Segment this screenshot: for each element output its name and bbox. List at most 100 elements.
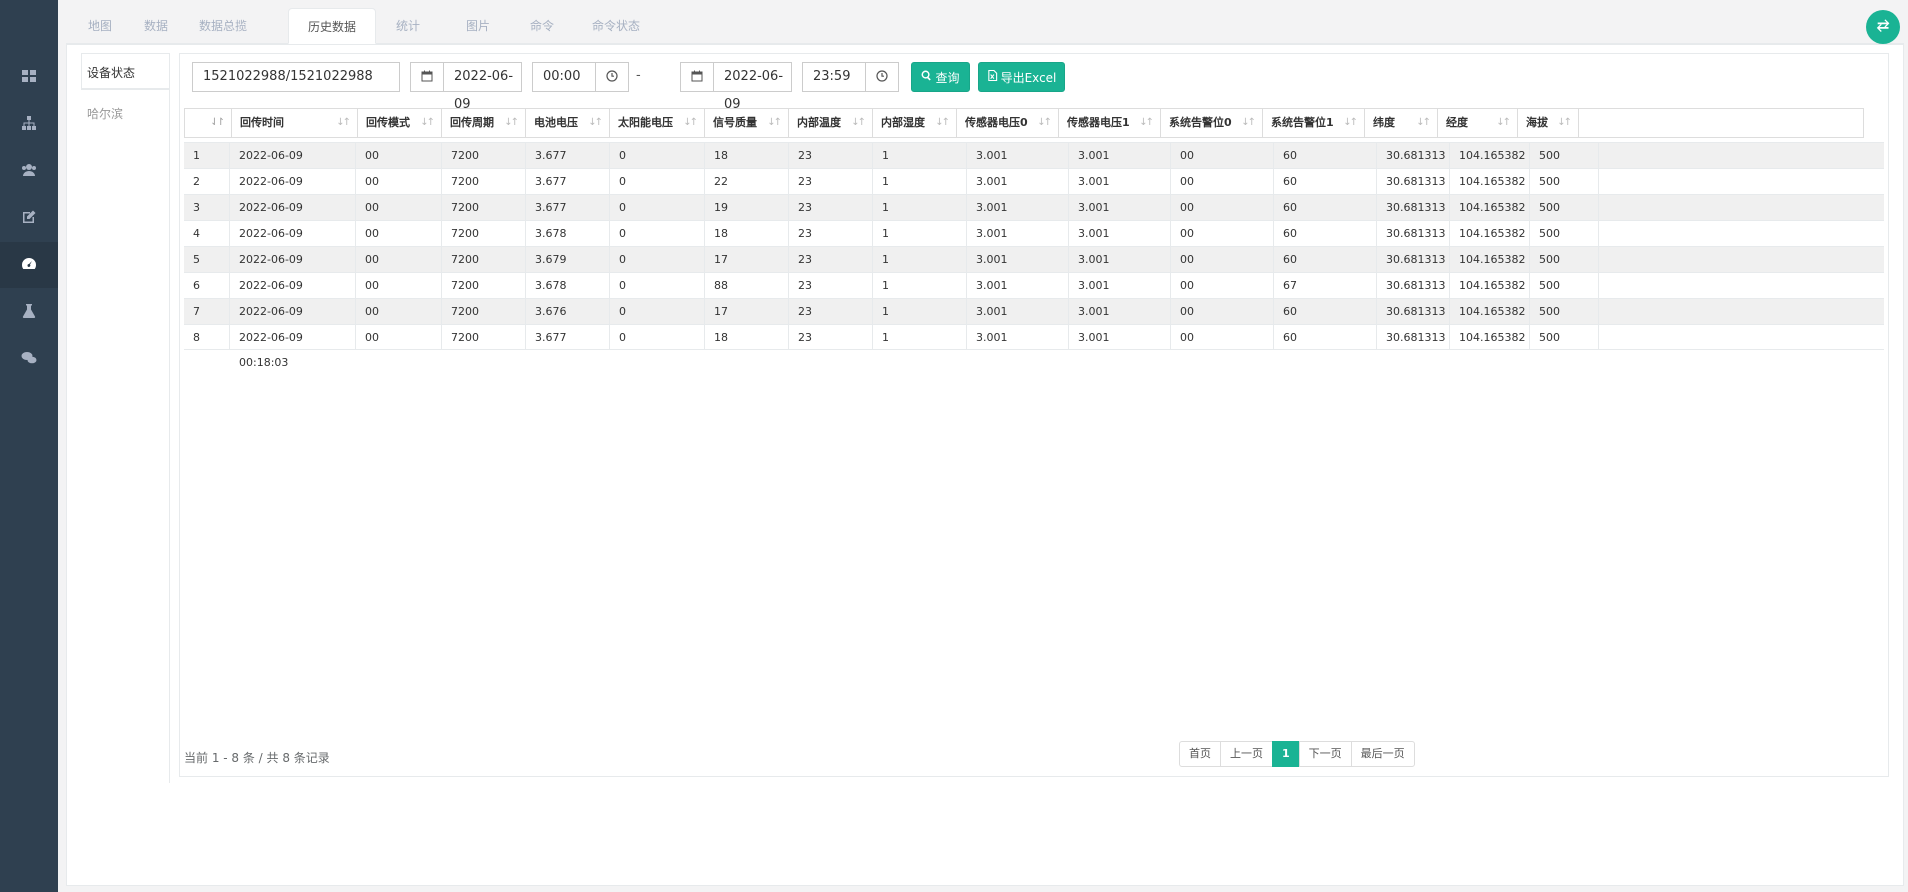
page-first-button[interactable]: 首页 — [1179, 741, 1221, 767]
column-header-altitude[interactable]: 海拔 ↓↑ — [1518, 109, 1579, 137]
sort-icon[interactable]: ↓↑ — [767, 109, 782, 137]
sort-icon[interactable]: ↓↑ — [1557, 109, 1572, 137]
column-header-latitude[interactable]: 纬度 ↓↑ — [1365, 109, 1438, 137]
end-date-calendar-button[interactable] — [680, 62, 714, 92]
end-date-input[interactable]: 2022-06-09 — [713, 62, 792, 112]
page-current-button[interactable]: 1 — [1272, 741, 1300, 767]
nav-dashboard[interactable] — [0, 54, 58, 100]
table-row[interactable]: 62022-06-09 04:49:410072003.6780882313.0… — [184, 272, 1884, 317]
query-label: 查询 — [935, 70, 960, 85]
cell-report-period: 7200 — [442, 169, 526, 194]
start-date-input[interactable]: 2022-06-09 — [443, 62, 522, 112]
column-header-battery-voltage[interactable]: 电池电压 ↓↑ — [526, 109, 610, 137]
column-header-report-mode[interactable]: 回传模式 ↓↑ — [358, 109, 442, 137]
switch-button[interactable] — [1866, 10, 1900, 44]
sort-icon[interactable]: ↓↑ — [1241, 109, 1256, 137]
sort-icon[interactable]: ↓↑ — [336, 109, 351, 137]
column-header-sensor-voltage-0[interactable]: 传感器电压0 ↓↑ — [957, 109, 1059, 137]
table-row[interactable]: 72022-06-09 02:18:490072003.6760172313.0… — [184, 298, 1884, 343]
sort-icon[interactable]: ↓↑ — [420, 109, 435, 137]
cell-longitude: 104.165382 — [1450, 169, 1530, 194]
column-header-signal-quality[interactable]: 信号质量 ↓↑ — [705, 109, 789, 137]
tab-images[interactable]: 图片 — [452, 8, 504, 44]
pagination: 首页 上一页 1 下一页 最后一页 — [1179, 741, 1415, 767]
tab-history[interactable]: 历史数据 — [288, 8, 376, 44]
page-next-button[interactable]: 下一页 — [1298, 741, 1352, 767]
cell-report-mode: 00 — [356, 221, 442, 246]
column-header-sensor-voltage-1[interactable]: 传感器电压1 ↓↑ — [1059, 109, 1161, 137]
column-header-system-alarm-1[interactable]: 系统告警位1 ↓↑ — [1263, 109, 1365, 137]
sort-icon[interactable]: ↓↑ — [851, 109, 866, 137]
sort-icon[interactable]: ↓↑ — [588, 109, 603, 137]
nav-users[interactable] — [0, 148, 58, 194]
column-header-system-alarm-0[interactable]: 系统告警位0 ↓↑ — [1161, 109, 1263, 137]
tab-overview[interactable]: 数据总揽 — [186, 8, 260, 44]
cell-latitude: 30.681313 — [1377, 143, 1450, 168]
page-last-button[interactable]: 最后一页 — [1350, 741, 1415, 767]
sort-icon[interactable]: ↓↑ — [1343, 109, 1358, 137]
cell-sensor-voltage-0: 3.001 — [967, 247, 1069, 272]
cell-index: 5 — [184, 247, 230, 272]
nav-flask[interactable] — [0, 289, 58, 335]
tab-command-status[interactable]: 命令状态 — [578, 8, 654, 44]
cell-internal-temp: 23 — [789, 247, 873, 272]
cell-sensor-voltage-1: 3.001 — [1069, 143, 1171, 168]
cell-report-mode: 00 — [356, 247, 442, 272]
table-row[interactable]: 8 2022-06-09 00:18:03 00 7200 3.677 0 18 23 1 3.0… — [184, 324, 1884, 369]
cell-report-mode: 00 — [356, 169, 442, 194]
cell-index: 4 — [184, 221, 230, 246]
sort-icon[interactable]: ↓↑ — [1139, 109, 1154, 137]
sort-icon[interactable]: ↓↑ — [1416, 109, 1431, 137]
tree-node-harbin[interactable]: 哈尔滨 — [87, 105, 123, 122]
device-input[interactable]: 1521022988/1521022988 — [192, 62, 400, 92]
export-excel-button[interactable]: 导出Excel — [978, 62, 1065, 92]
page-prev-button[interactable]: 上一页 — [1220, 741, 1273, 767]
nav-sitemap[interactable] — [0, 101, 58, 147]
start-date-calendar-button[interactable] — [410, 62, 444, 92]
column-header-internal-temp[interactable]: 内部温度 ↓↑ — [789, 109, 873, 137]
sort-icon[interactable]: ↓↑ — [1037, 109, 1052, 137]
cell-report-period: 7200 — [442, 195, 526, 220]
cell-system-alarm-1: 60 — [1274, 325, 1377, 350]
nav-edit[interactable] — [0, 195, 58, 241]
column-header-report-period[interactable]: 回传周期 ↓↑ — [442, 109, 526, 137]
tab-map[interactable]: 地图 — [74, 8, 126, 44]
start-time-clock-button[interactable] — [595, 62, 629, 92]
sort-icon[interactable]: ↓↑ — [683, 109, 698, 137]
cell-sensor-voltage-1: 3.001 — [1069, 169, 1171, 194]
sort-icon[interactable]: ↓↑ — [935, 109, 950, 137]
cell-internal-humidity: 1 — [873, 247, 967, 272]
cell-sensor-voltage-1: 3.001 — [1069, 325, 1171, 350]
cell-sensor-voltage-0: 3.001 — [967, 169, 1069, 194]
nav-chat[interactable] — [0, 336, 58, 382]
tab-commands[interactable]: 命令 — [516, 8, 568, 44]
table-row[interactable]: 22022-06-09 12:52:500072003.6770222313.0… — [184, 168, 1884, 213]
cell-system-alarm-1: 60 — [1274, 299, 1377, 324]
query-button[interactable]: 查询 — [911, 62, 970, 92]
cell-index: 6 — [184, 273, 230, 298]
tab-statistics[interactable]: 统计 — [382, 8, 434, 44]
table-row[interactable]: 52022-06-09 06:50:310072003.6790172313.0… — [184, 246, 1884, 291]
column-header-index[interactable]: ⇃↾ — [185, 109, 232, 137]
cell-sensor-voltage-1: 3.001 — [1069, 273, 1171, 298]
table-row[interactable]: 42022-06-09 08:51:160072003.6780182313.0… — [184, 220, 1884, 265]
nav-gauge[interactable] — [0, 242, 58, 288]
sort-asc-icon[interactable]: ⇃↾ — [210, 109, 225, 137]
column-header-internal-humidity[interactable]: 内部湿度 ↓↑ — [873, 109, 957, 137]
end-time-clock-button[interactable] — [865, 62, 899, 92]
cell-internal-humidity: 1 — [873, 299, 967, 324]
column-header-solar-voltage[interactable]: 太阳能电压 ↓↑ — [610, 109, 705, 137]
cell-system-alarm-1: 60 — [1274, 247, 1377, 272]
tab-data[interactable]: 数据 — [130, 8, 182, 44]
sort-icon[interactable]: ↓↑ — [504, 109, 519, 137]
column-header-longitude[interactable]: 经度 ↓↑ — [1438, 109, 1518, 137]
sort-icon[interactable]: ↓↑ — [1496, 109, 1511, 137]
column-header-label: 内部湿度 — [881, 116, 925, 129]
column-header-report-time[interactable]: 回传时间 ↓↑ — [232, 109, 358, 137]
table-row[interactable]: 32022-06-09 10:52:030072003.6770192313.0… — [184, 194, 1884, 239]
cell-latitude: 30.681313 — [1377, 247, 1450, 272]
table-row[interactable]: 12022-06-09 14:53:360072003.6770182313.0… — [184, 142, 1884, 187]
end-time-input[interactable]: 23:59 — [802, 62, 866, 92]
start-time-input[interactable]: 00:00 — [532, 62, 596, 92]
cell-longitude: 104.165382 — [1450, 143, 1530, 168]
